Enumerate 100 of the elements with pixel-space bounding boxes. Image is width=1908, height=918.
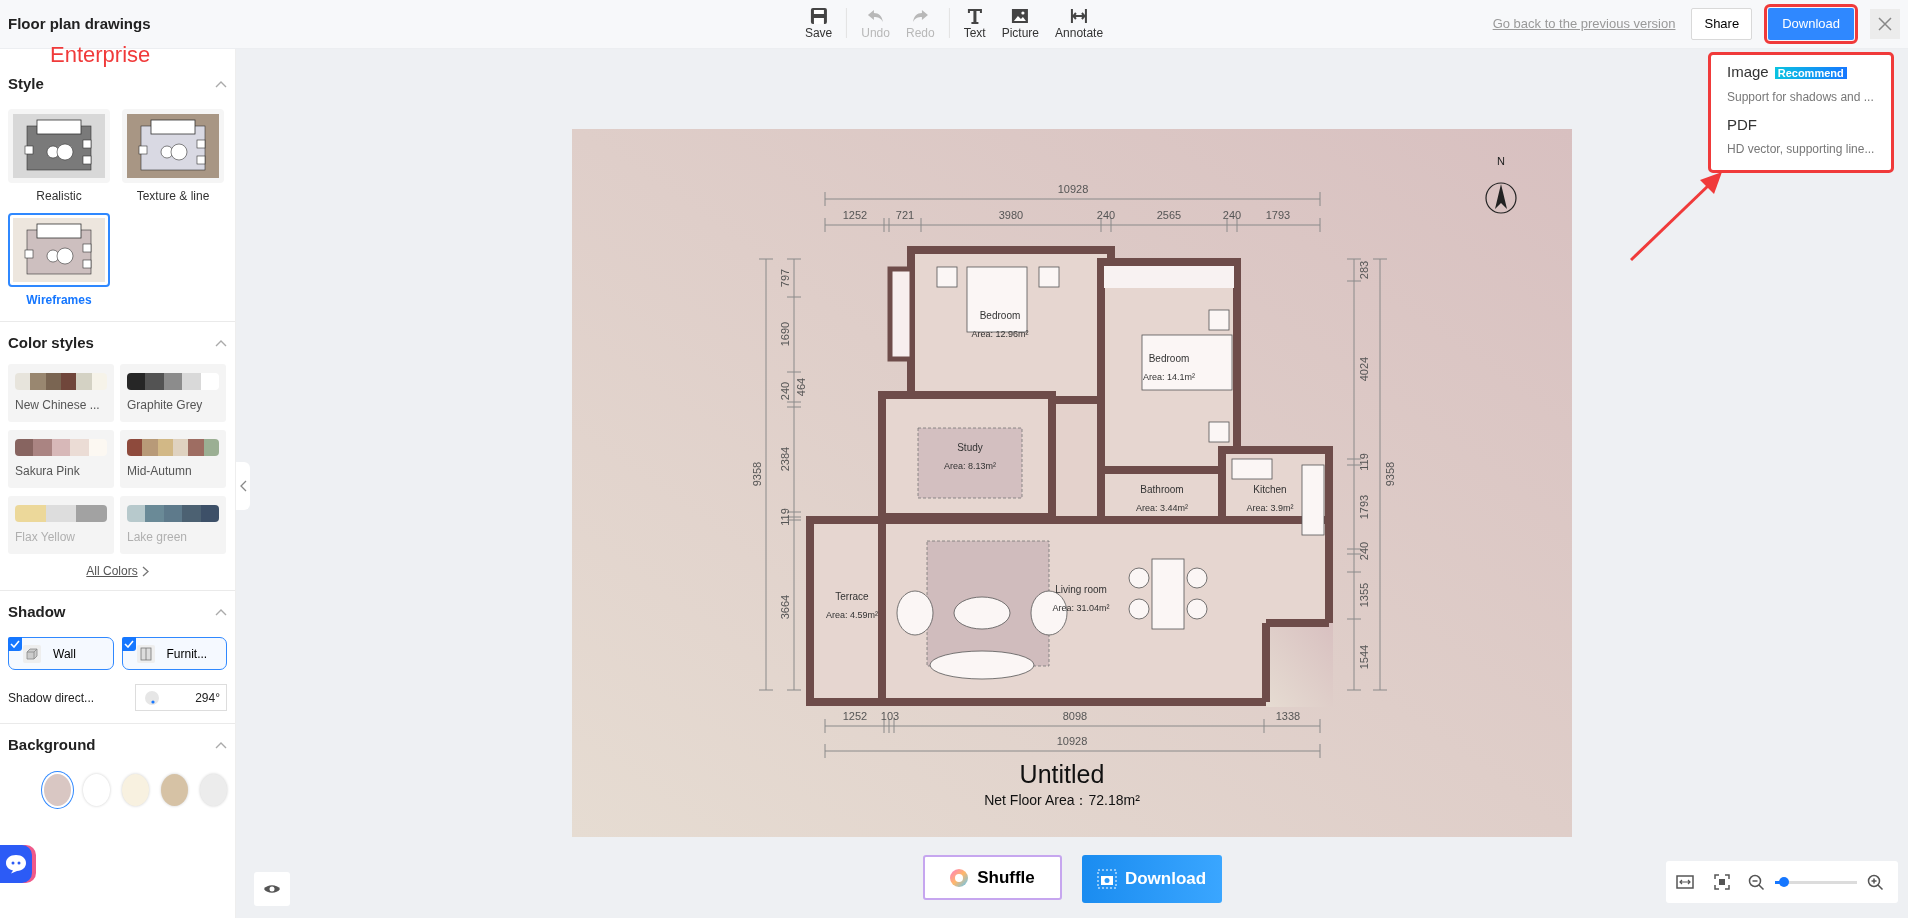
fit-width-icon xyxy=(1676,874,1694,890)
color-style-card[interactable]: Graphite Grey xyxy=(120,364,226,422)
collapse-chevron-icon[interactable] xyxy=(215,339,227,347)
download-option[interactable]: Image Recommend Support for shadows and ... xyxy=(1711,59,1891,112)
background-swatch[interactable] xyxy=(44,774,71,806)
annotation-label: Enterprise xyxy=(50,41,151,69)
picture-tool-button[interactable]: Picture xyxy=(993,4,1048,43)
collapse-panel-handle[interactable] xyxy=(236,462,250,510)
collapse-chevron-icon[interactable] xyxy=(215,741,227,749)
room-name: Bedroom xyxy=(1148,353,1190,364)
speech-bubble-icon xyxy=(5,854,27,874)
preview-button[interactable] xyxy=(254,872,290,906)
dimension-label: 1355 xyxy=(1358,582,1370,608)
dimension-label: 2565 xyxy=(1156,209,1182,221)
field-label: Shadow direct... xyxy=(8,689,95,707)
style-label: Realistic xyxy=(35,188,83,205)
zoom-out-icon xyxy=(1748,873,1765,891)
color-style-card[interactable]: Sakura Pink xyxy=(8,430,114,488)
room-area: Area: 31.04m² xyxy=(1052,603,1110,613)
dimension-label: 797 xyxy=(779,268,791,288)
all-colors-link[interactable]: All Colors xyxy=(86,554,149,590)
section-title: Shadow xyxy=(8,601,66,622)
save-tool-button[interactable]: Save xyxy=(796,4,841,43)
dimension-label: 1252 xyxy=(842,209,868,221)
chevron-right-icon xyxy=(141,565,149,577)
dimension-label: 240 xyxy=(779,381,791,401)
compass-icon xyxy=(1485,182,1517,214)
room-name: Bathroom xyxy=(1140,484,1184,495)
collapse-chevron-icon[interactable] xyxy=(215,80,227,88)
share-button[interactable]: Share xyxy=(1691,8,1753,40)
dimension-label: 9358 xyxy=(751,461,763,487)
room-name: Terrace xyxy=(835,591,869,602)
room-area: Area: 3.44m² xyxy=(1136,503,1188,513)
dimension-label: 8098 xyxy=(1062,710,1088,722)
dimension-label: 4024 xyxy=(1358,356,1370,382)
background-swatch[interactable] xyxy=(122,774,149,806)
compass-label: N xyxy=(1497,155,1505,167)
dimension-label: 2384 xyxy=(779,446,791,472)
fit-screen-icon xyxy=(1714,874,1730,890)
dimension-label: 119 xyxy=(779,508,791,526)
fit-screen-button[interactable] xyxy=(1714,874,1730,890)
check-icon xyxy=(10,640,20,648)
close-icon xyxy=(1877,16,1893,32)
slider-thumb[interactable] xyxy=(1778,877,1789,887)
room-area: Area: 3.9m² xyxy=(1246,503,1294,513)
dimension-label: 10928 xyxy=(1057,183,1089,195)
dimension-label: 240 xyxy=(1358,541,1370,561)
close-button[interactable] xyxy=(1870,9,1900,39)
dimension-label: 3664 xyxy=(779,594,791,620)
room-name: Study xyxy=(957,442,983,453)
room-name: Living room xyxy=(1055,584,1107,595)
dimension-label: 721 xyxy=(895,209,915,221)
zoom-out-button[interactable] xyxy=(1748,873,1765,891)
section-title: Color styles xyxy=(8,332,94,353)
shadow-direction-field[interactable]: 294° xyxy=(135,684,227,711)
color-style-card[interactable]: Mid-Autumn xyxy=(120,430,226,488)
room-area: Area: 12.96m² xyxy=(971,329,1029,339)
room-name: Bedroom xyxy=(979,310,1021,321)
style-label: Wireframes xyxy=(25,292,93,309)
room-area: Area: 14.1m² xyxy=(1143,372,1195,382)
window-title: Floor plan drawings xyxy=(7,13,151,34)
net-floor-area: Net Floor Area：72.18m² xyxy=(984,792,1140,808)
fit-width-button[interactable] xyxy=(1676,874,1694,890)
dimension-label: 1690 xyxy=(779,321,791,347)
dimension-label: 1793 xyxy=(1265,209,1291,221)
dimension-label: 1338 xyxy=(1275,710,1301,722)
zoom-in-button[interactable] xyxy=(1867,873,1884,891)
dimension-label: 240 xyxy=(1096,209,1116,221)
zoom-in-icon xyxy=(1867,873,1884,891)
measure-icon xyxy=(1069,6,1090,26)
dimension-label: 9358 xyxy=(1384,461,1396,487)
room-area: Area: 4.59m² xyxy=(826,610,878,620)
dimension-label: 240 xyxy=(1222,209,1242,221)
dimension-label: 464 xyxy=(795,377,807,397)
check-icon xyxy=(123,640,134,648)
plan-title: Untitled xyxy=(1019,760,1105,788)
text-tool-button[interactable]: Text xyxy=(955,4,994,43)
annotate-tool-button[interactable]: Annotate xyxy=(1047,4,1112,43)
room-name: Kitchen xyxy=(1253,484,1287,495)
dimension-label: 10928 xyxy=(1056,735,1088,747)
color-wheel-icon xyxy=(949,867,970,888)
cube-icon xyxy=(23,644,41,663)
style-label: Texture & line xyxy=(135,188,211,205)
download-option[interactable]: PDF HD vector, supporting line... xyxy=(1711,111,1891,164)
shadow-option[interactable]: Wall xyxy=(8,637,114,670)
chevron-left-icon xyxy=(239,480,247,492)
color-style-card[interactable]: New Chinese ... xyxy=(8,364,114,422)
room-area: Area: 8.13m² xyxy=(944,461,996,471)
picture-icon xyxy=(1010,6,1031,26)
eye-icon xyxy=(263,883,281,895)
collapse-chevron-icon[interactable] xyxy=(215,608,227,616)
dimension-label: 119 xyxy=(1358,453,1370,471)
dimension-label: 1793 xyxy=(1358,494,1370,520)
dimension-label: 1252 xyxy=(842,710,868,722)
dimension-label: 1544 xyxy=(1358,644,1370,670)
section-title: Background xyxy=(8,734,96,755)
shadow-option[interactable]: Furnit... xyxy=(121,637,227,670)
background-swatch[interactable] xyxy=(161,774,188,806)
shuffle-button[interactable]: Shuffle xyxy=(922,855,1062,900)
dimension-label: 103 xyxy=(880,710,900,722)
